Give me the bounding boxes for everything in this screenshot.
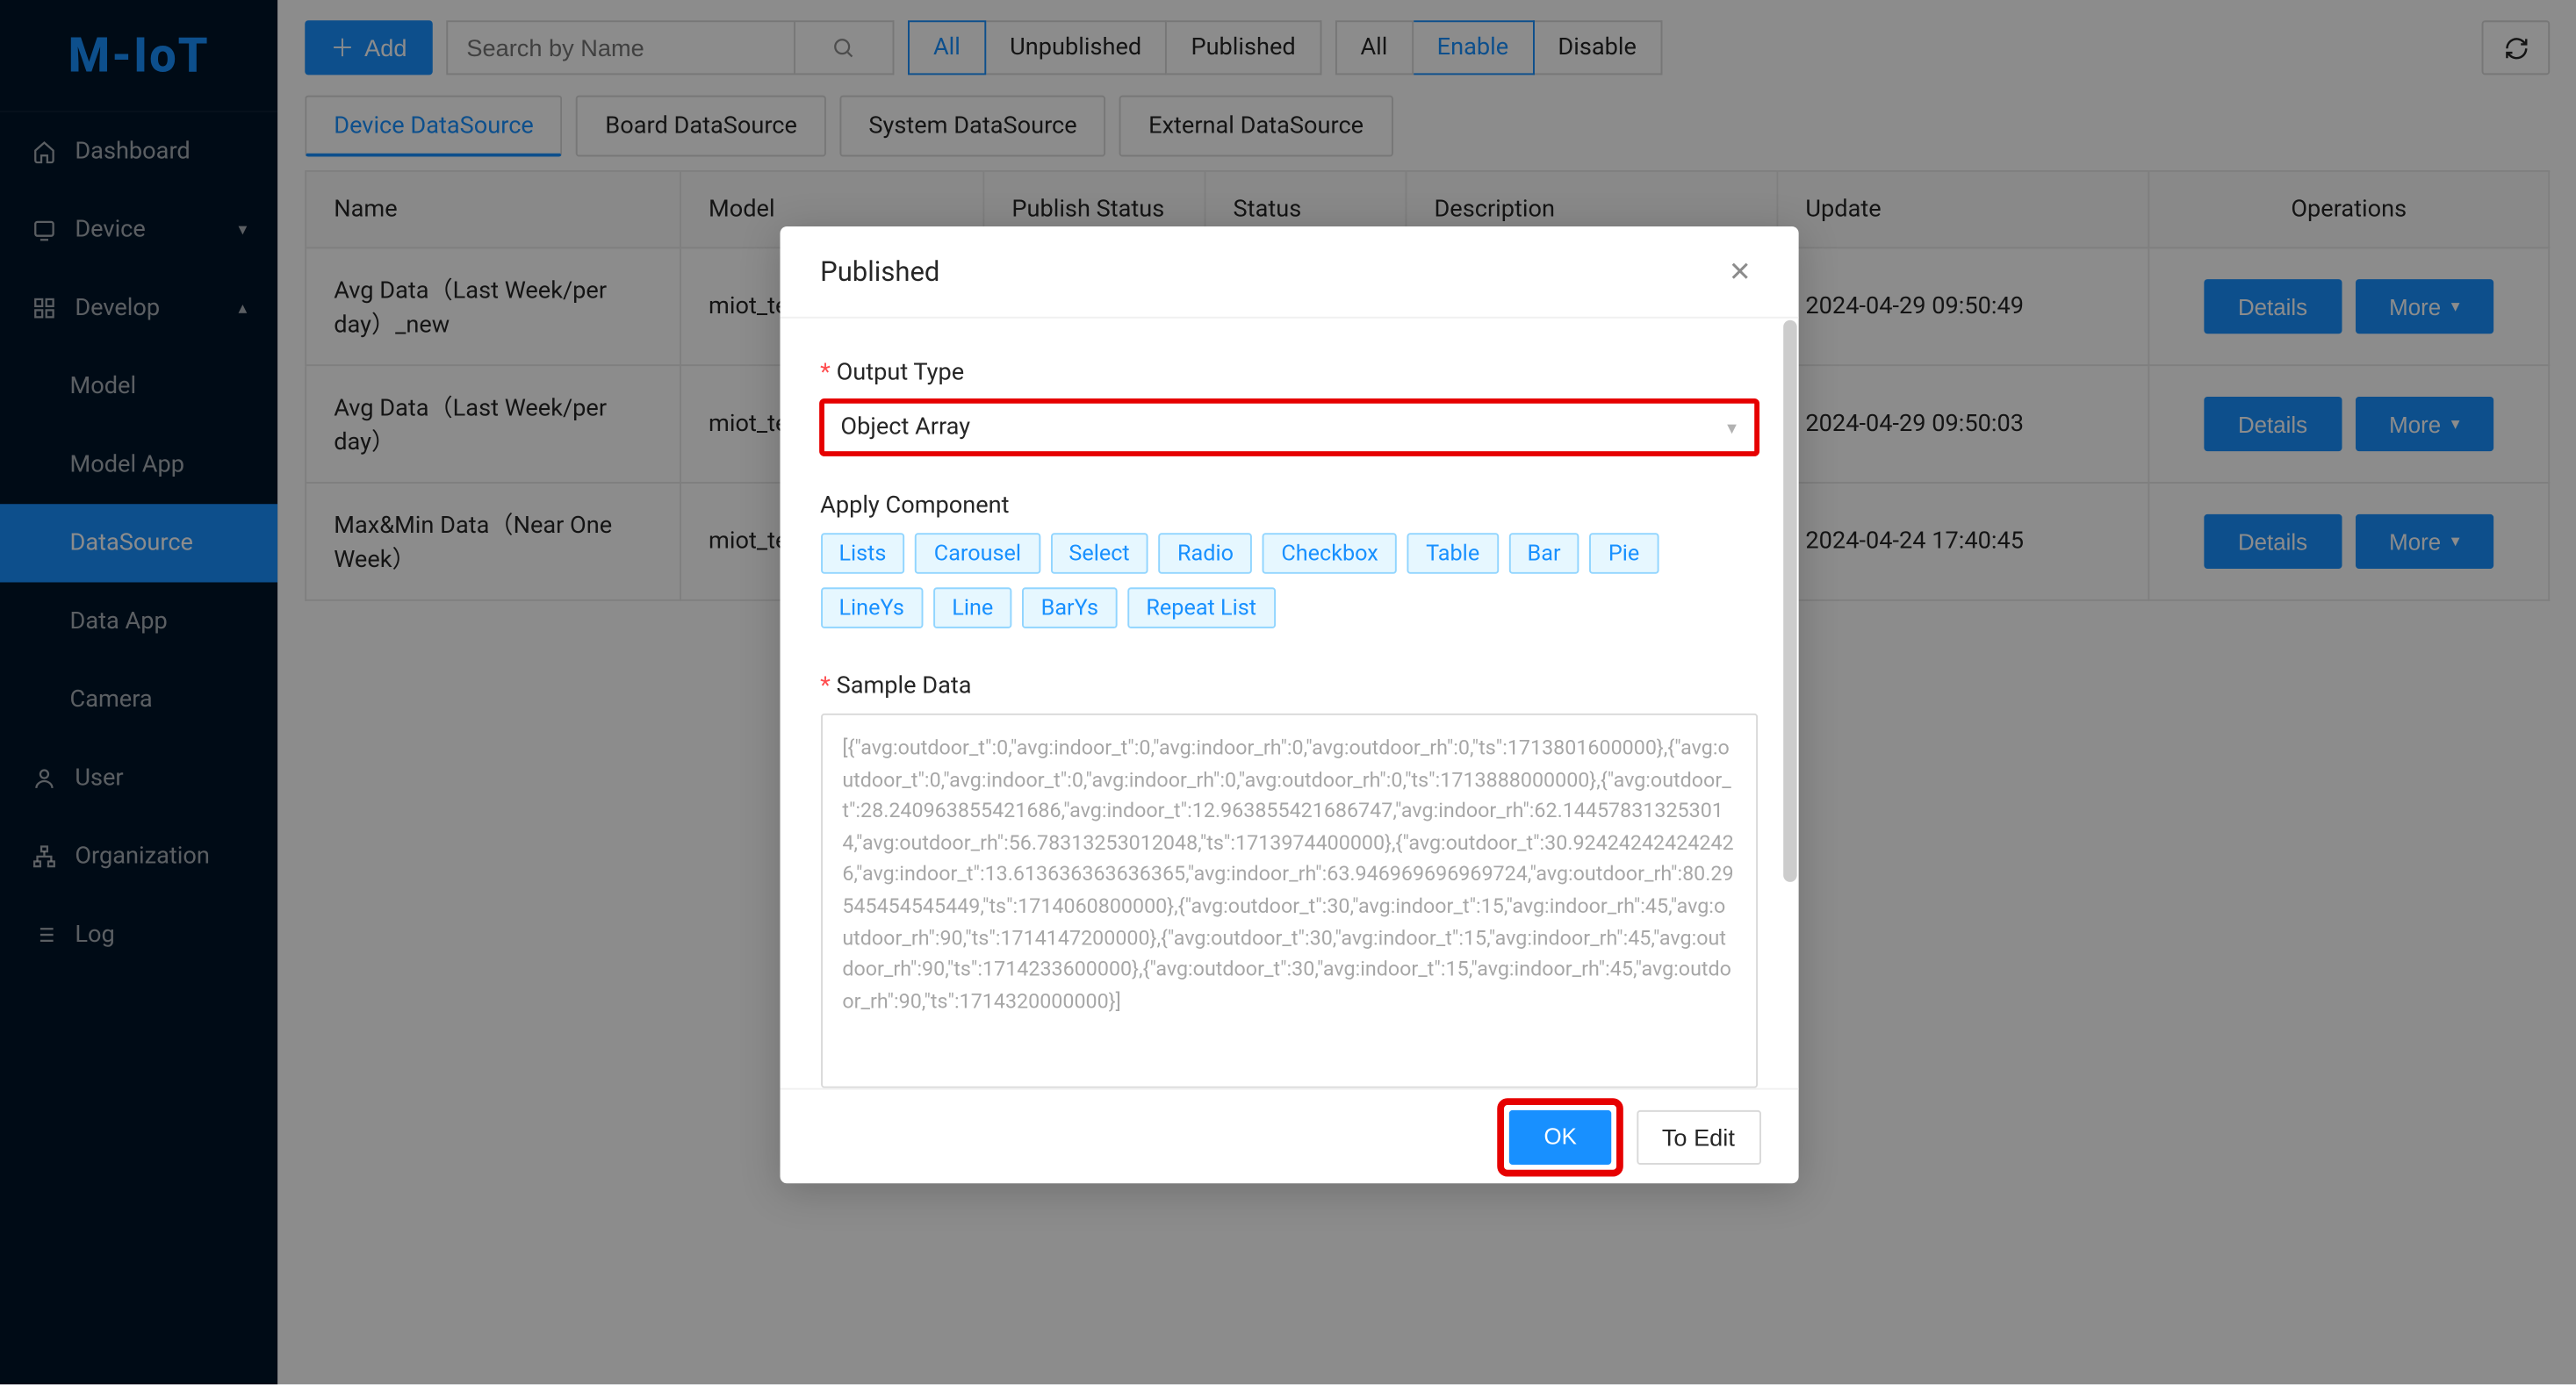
modal-title: Published (820, 255, 939, 288)
sample-data-label: Sample Data (820, 672, 1757, 700)
sample-data-box[interactable]: [{"avg:outdoor_t":0,"avg:indoor_t":0,"av… (820, 714, 1757, 1088)
component-tag[interactable]: Carousel (915, 533, 1040, 574)
component-tag[interactable]: Checkbox (1263, 533, 1397, 574)
ok-button[interactable]: OK (1510, 1109, 1611, 1164)
component-tag[interactable]: Line (933, 587, 1012, 628)
close-icon[interactable]: ✕ (1723, 255, 1757, 289)
published-modal: Published ✕ Output Type Object Array ▾ A… (780, 226, 1798, 1183)
output-type-value: Object Array (840, 413, 970, 441)
modal-scrollbar[interactable] (1782, 320, 1796, 1087)
to-edit-button[interactable]: To Edit (1637, 1109, 1760, 1164)
component-tag[interactable]: Radio (1159, 533, 1253, 574)
output-type-label: Output Type (820, 359, 1757, 386)
component-tag[interactable]: Table (1407, 533, 1499, 574)
component-tag[interactable]: BarYs (1022, 587, 1117, 628)
chevron-down-icon: ▾ (1727, 416, 1737, 438)
component-tag[interactable]: Lists (820, 533, 905, 574)
component-tag[interactable]: Repeat List (1127, 587, 1275, 628)
component-tags: ListsCarouselSelectRadioCheckboxTableBar… (820, 533, 1757, 642)
apply-component-label: Apply Component (820, 492, 1757, 520)
component-tag[interactable]: LineYs (820, 587, 923, 628)
component-tag[interactable]: Bar (1508, 533, 1579, 574)
output-type-select[interactable]: Object Array ▾ (820, 400, 1757, 455)
component-tag[interactable]: Pie (1589, 533, 1658, 574)
component-tag[interactable]: Select (1050, 533, 1148, 574)
